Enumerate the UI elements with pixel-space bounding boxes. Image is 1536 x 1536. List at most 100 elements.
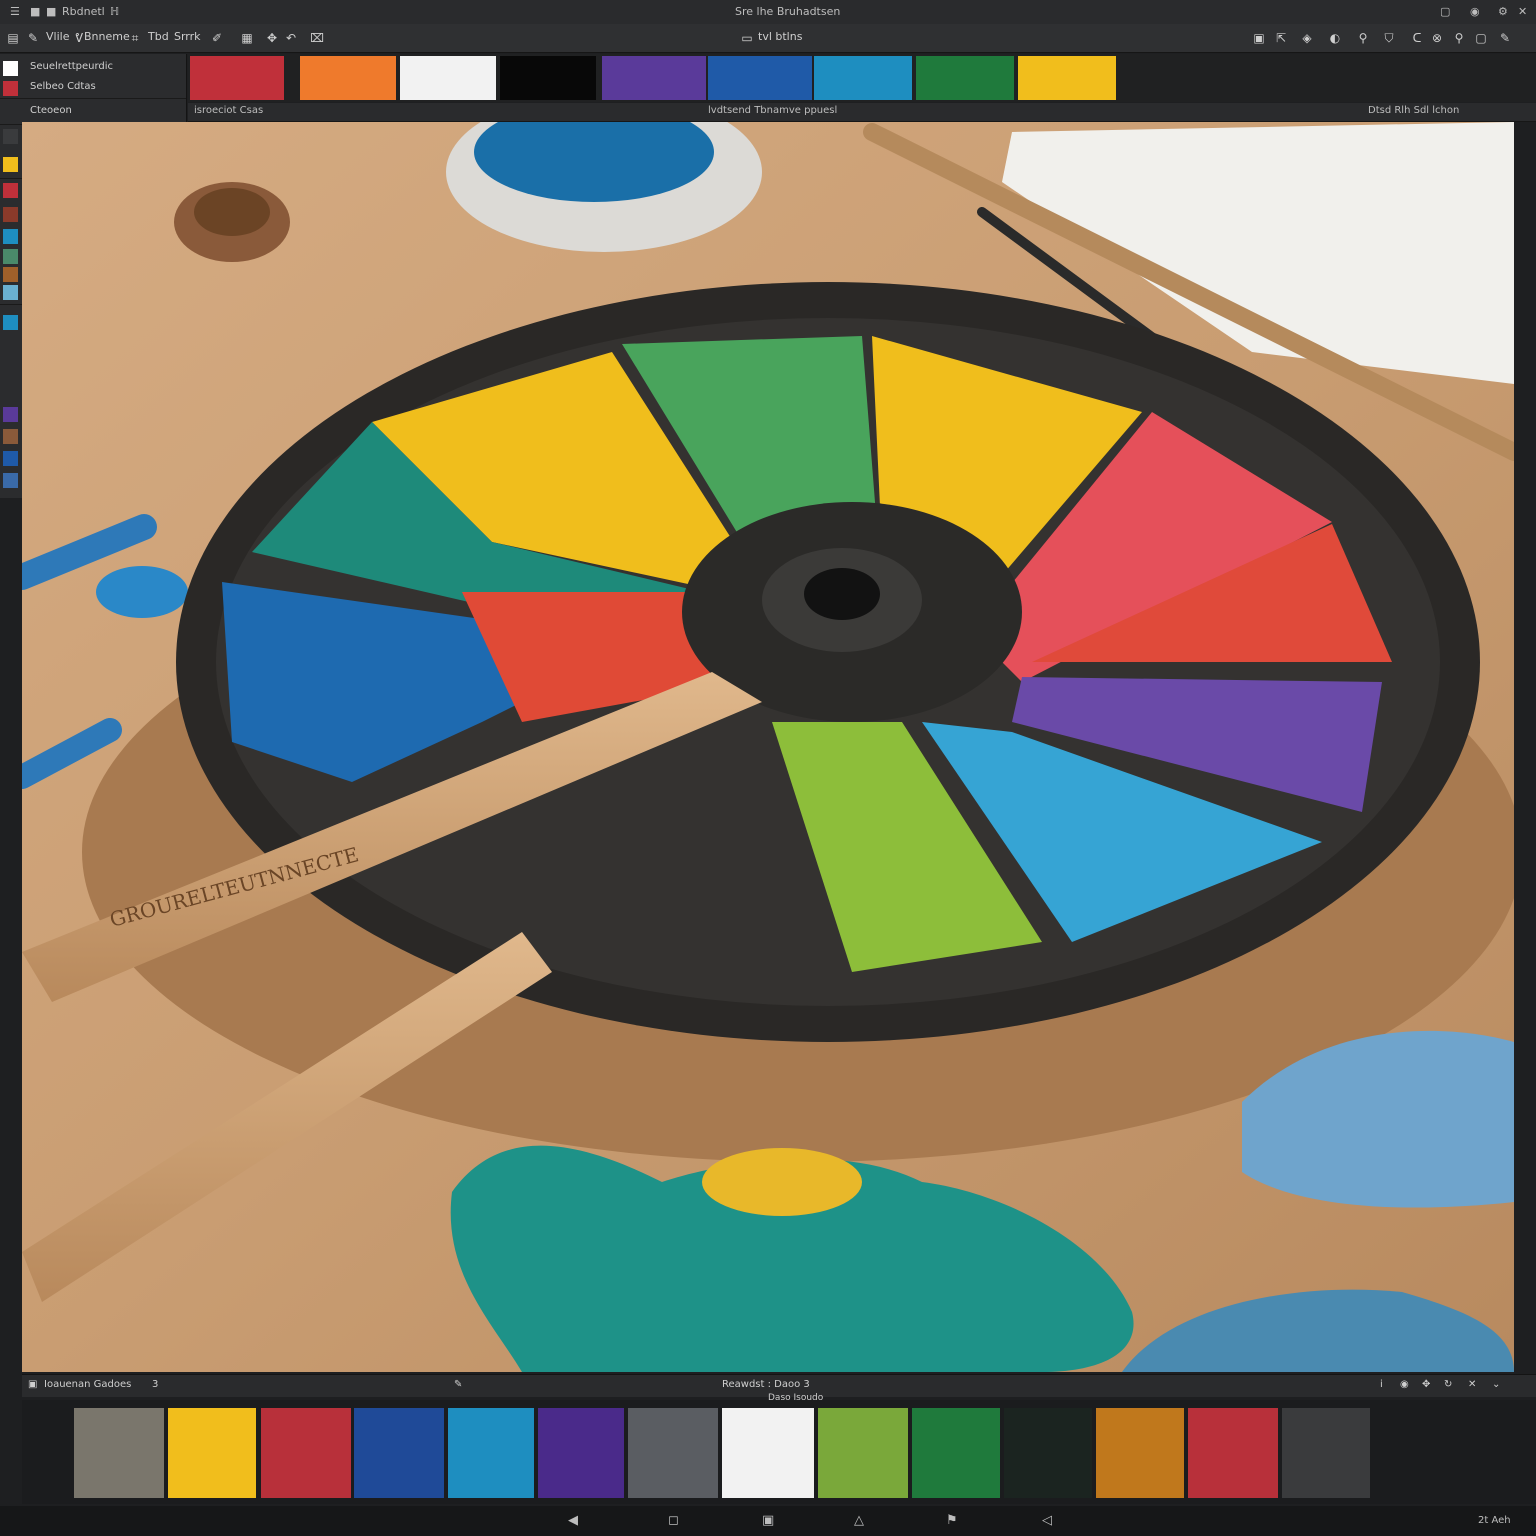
palette-swatch[interactable] (628, 1408, 718, 1498)
hub-hole (804, 568, 880, 620)
palette-swatch[interactable] (168, 1408, 256, 1498)
edit-icon[interactable]: ✎ (454, 1379, 462, 1390)
move-icon[interactable]: ✥ (1422, 1379, 1430, 1390)
rotate-icon[interactable]: ↻ (1444, 1379, 1452, 1390)
color-swatch[interactable] (3, 285, 18, 300)
palette-swatch[interactable] (261, 1408, 351, 1498)
toolbar-item-1[interactable]: Vlile (46, 30, 69, 43)
settings-icon[interactable]: ⚙ (1498, 5, 1508, 18)
swatch[interactable] (602, 56, 706, 100)
lasso-icon[interactable]: ᑕ (1410, 31, 1424, 45)
color-swatch[interactable] (3, 129, 18, 144)
canvas-header-center: lvdtsend Tbnamve ppuesl (708, 105, 838, 116)
frame-icon[interactable]: ▢ (1474, 31, 1488, 45)
palette-swatch[interactable] (1374, 1408, 1484, 1498)
flag-icon[interactable]: ⚑ (946, 1513, 958, 1528)
home-icon[interactable]: ◻ (668, 1513, 679, 1528)
color-swatch[interactable] (3, 451, 18, 466)
color-swatch[interactable] (3, 315, 18, 330)
link-icon[interactable]: ⊗ (1430, 31, 1444, 45)
bucket-icon[interactable]: ◈ (1300, 31, 1314, 45)
document-icon[interactable]: ▭ (740, 31, 754, 45)
palette-swatch[interactable] (1188, 1408, 1278, 1498)
swatch[interactable] (708, 56, 812, 100)
bottom-palette (22, 1400, 1536, 1504)
swatch[interactable] (1018, 56, 1116, 100)
close-icon[interactable]: ✕ (1518, 5, 1527, 18)
file-icon[interactable]: ■ (46, 5, 56, 18)
palette-swatch[interactable] (1004, 1408, 1092, 1498)
app-menu-label[interactable]: Rbdnetl (62, 5, 105, 18)
palette-swatch[interactable] (448, 1408, 534, 1498)
shield-icon[interactable]: ⛉ (1382, 31, 1396, 45)
undo-icon[interactable]: ↶ (284, 31, 298, 45)
color-swatch[interactable] (3, 249, 18, 264)
back-arrow-icon[interactable]: ◁ (1042, 1513, 1052, 1528)
share-icon[interactable]: ⇱ (1274, 31, 1288, 45)
camera-icon[interactable]: ◉ (1400, 1379, 1409, 1390)
layers-icon[interactable]: ⌗ (128, 31, 142, 45)
search-icon[interactable]: ⚲ (1452, 31, 1466, 45)
toolbar-item-4[interactable]: Srrrk (174, 30, 201, 43)
color-swatch[interactable] (3, 61, 18, 76)
swatch[interactable] (916, 56, 1014, 100)
left-panel-item[interactable]: Seuelrettpeurdic (0, 58, 186, 78)
swatch[interactable] (500, 56, 596, 100)
warning-icon[interactable]: △ (854, 1513, 864, 1528)
color-swatch[interactable] (3, 229, 18, 244)
edit-pencil-icon[interactable]: ✎ (1498, 31, 1512, 45)
palette-swatch[interactable] (818, 1408, 908, 1498)
title-bar: ☰ ■ ■ Rbdnetl ℍ Sre lhe Bruhadtsen ▢ ◉ ⚙… (0, 0, 1536, 25)
pen-icon[interactable]: ✐ (210, 31, 224, 45)
move-icon[interactable]: ✥ (265, 31, 279, 45)
color-swatch[interactable] (3, 267, 18, 282)
palette-swatch[interactable] (1096, 1408, 1184, 1498)
left-panel-item[interactable]: Selbeo Cdtas (0, 78, 186, 98)
color-swatch[interactable] (3, 183, 18, 198)
palette-swatch[interactable] (912, 1408, 1000, 1498)
recents-icon[interactable]: ▣ (762, 1513, 774, 1528)
dropper-icon[interactable]: ◐ (1328, 31, 1342, 45)
palette-swatch[interactable] (26, 1408, 70, 1498)
color-swatch[interactable] (3, 473, 18, 488)
toolbar-item-3[interactable]: Tbd (148, 30, 169, 43)
palette-swatch[interactable] (74, 1408, 164, 1498)
canvas[interactable]: GROURELTEUTNNECTE (22, 122, 1514, 1372)
color-swatch[interactable] (3, 361, 18, 376)
close-icon[interactable]: ✕ (1468, 1379, 1476, 1390)
palette-swatch[interactable] (538, 1408, 624, 1498)
color-swatch[interactable] (3, 207, 18, 222)
swatch[interactable] (814, 56, 912, 100)
toolbar-item-2[interactable]: Bnneme (84, 30, 130, 43)
folder-icon[interactable]: ■ (30, 5, 40, 18)
color-swatch[interactable] (3, 105, 18, 120)
color-swatch[interactable] (3, 339, 18, 354)
color-swatch[interactable] (3, 157, 18, 172)
info-icon[interactable]: ⅰ (1380, 1379, 1383, 1390)
expand-icon[interactable]: ℍ (110, 5, 119, 18)
palette-swatch[interactable] (722, 1408, 814, 1498)
back-icon[interactable]: ◀ (568, 1513, 578, 1528)
swatch[interactable] (190, 56, 284, 100)
window-icon[interactable]: ▣ (1252, 31, 1266, 45)
swatch[interactable] (300, 56, 396, 100)
minimize-icon[interactable]: ▢ (1440, 5, 1450, 18)
color-swatch[interactable] (3, 407, 18, 422)
dropdown-icon[interactable]: ⌄ (1492, 1379, 1500, 1390)
stamp-icon[interactable]: ⚲ (1356, 31, 1370, 45)
help-icon[interactable]: ◉ (1470, 5, 1480, 18)
color-swatch[interactable] (3, 81, 18, 96)
color-swatch[interactable] (3, 383, 18, 398)
toolbar-center-label: tvl btlns (758, 30, 803, 43)
edit-icon[interactable]: ✎ (26, 31, 40, 45)
left-panel-item[interactable]: Cteoeon (0, 102, 186, 122)
palette-swatch[interactable] (354, 1408, 444, 1498)
swatch[interactable] (400, 56, 496, 100)
color-swatch[interactable] (3, 429, 18, 444)
layers-icon[interactable]: ▣ (28, 1379, 37, 1390)
menu-icon[interactable]: ☰ (10, 5, 20, 18)
grid-icon[interactable]: ▦ (240, 31, 254, 45)
crop-icon[interactable]: ⌧ (310, 31, 324, 45)
palette-swatch[interactable] (1282, 1408, 1370, 1498)
home-icon[interactable]: ▤ (6, 31, 20, 45)
